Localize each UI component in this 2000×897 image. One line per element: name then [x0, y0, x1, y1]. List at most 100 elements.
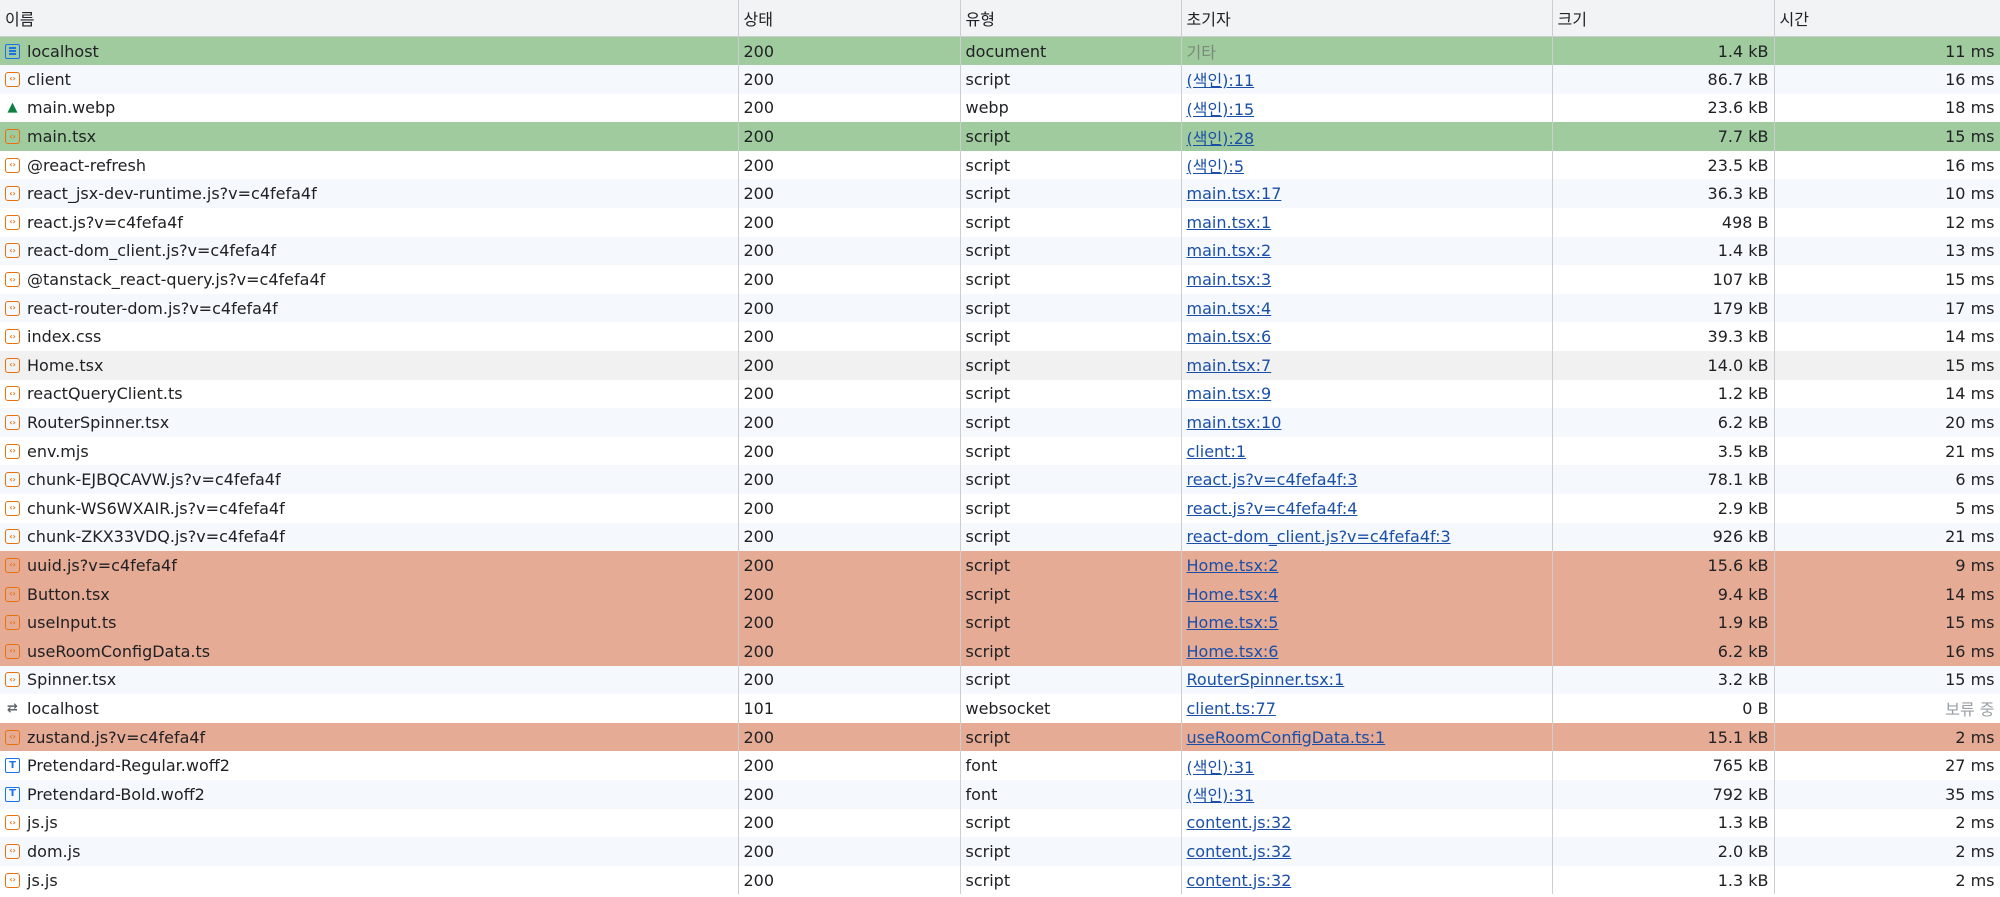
table-row[interactable]: ‹› react.js?v=c4fefa4f 200 script main.tsx:1… — [0, 208, 2000, 237]
column-header-type[interactable]: 유형 — [960, 0, 1182, 37]
table-row[interactable]: ‹› uuid.js?v=c4fefa4f 200 script Home.tsx:2 1… — [0, 551, 2000, 580]
cell-name[interactable]: ‹› dom.js — [0, 837, 739, 866]
table-row[interactable]: ‹› @react-refresh 200 script (색인):5 23.5 kB 16… — [0, 150, 2000, 180]
cell-name[interactable]: ‹› react-dom_client.js?v=c4fefa4f — [0, 236, 739, 266]
initiator-link[interactable]: react.js?v=c4fefa4f:4 — [1187, 499, 1358, 518]
table-row[interactable]: ▲ main.webp 200 webp (색인):15 23.6 kB 18 ms — [0, 93, 2000, 123]
cell-name[interactable]: ‹› Button.tsx — [0, 579, 739, 609]
table-row[interactable]: ‹› Button.tsx 200 script Home.tsx:4 9.4 kB 14 … — [0, 579, 2000, 609]
cell-name[interactable]: ‹› reactQueryClient.ts — [0, 379, 739, 409]
initiator-link[interactable]: (색인):15 — [1187, 100, 1255, 119]
table-row[interactable]: ‹› Home.tsx 200 script main.tsx:7 14.0 kB 15 m… — [0, 351, 2000, 380]
cell-name[interactable]: ‹› env.mjs — [0, 436, 739, 466]
table-row[interactable]: ‹› react-dom_client.js?v=c4fefa4f 200 scrip… — [0, 236, 2000, 266]
table-row[interactable]: ⇄ localhost 101 websocket client.ts:77 0 B 보류 … — [0, 694, 2000, 723]
table-row[interactable]: ‹› react-router-dom.js?v=c4fefa4f 200 scrip… — [0, 293, 2000, 323]
cell-name[interactable]: ‹› useRoomConfigData.ts — [0, 636, 739, 666]
cell-type: script — [960, 322, 1182, 352]
initiator-link[interactable]: react-dom_client.js?v=c4fefa4f:3 — [1187, 527, 1451, 546]
table-row[interactable]: ‹› @tanstack_react-query.js?v=c4fefa4f 200… — [0, 265, 2000, 294]
initiator-link[interactable]: react.js?v=c4fefa4f:3 — [1187, 470, 1358, 489]
cell-name[interactable]: ‹› Home.tsx — [0, 351, 739, 380]
initiator-link[interactable]: Home.tsx:2 — [1187, 556, 1279, 575]
table-row[interactable]: ‹› reactQueryClient.ts 200 script main.tsx:9… — [0, 379, 2000, 409]
cell-name[interactable]: ‹› js.js — [0, 808, 739, 838]
initiator-link[interactable]: (색인):11 — [1187, 71, 1255, 90]
cell-name[interactable]: ‹› Spinner.tsx — [0, 665, 739, 695]
column-header-time[interactable]: 시간 — [1774, 0, 2000, 37]
initiator-link[interactable]: main.tsx:6 — [1187, 327, 1272, 346]
cell-name[interactable]: ‹› react.js?v=c4fefa4f — [0, 208, 739, 237]
cell-name[interactable]: ⇄ localhost — [0, 694, 739, 723]
column-header-name[interactable]: 이름 — [0, 0, 739, 37]
cell-name[interactable]: ‹› useInput.ts — [0, 608, 739, 637]
cell-name[interactable]: ‹› zustand.js?v=c4fefa4f — [0, 722, 739, 752]
cell-name[interactable]: localhost — [0, 36, 739, 66]
cell-name[interactable]: ▲ main.webp — [0, 93, 739, 123]
column-header-status[interactable]: 상태 — [738, 0, 961, 37]
cell-name[interactable]: ‹› react_jsx-dev-runtime.js?v=c4fefa4f — [0, 179, 739, 209]
initiator-link[interactable]: main.tsx:9 — [1187, 384, 1272, 403]
initiator-link[interactable]: useRoomConfigData.ts:1 — [1187, 728, 1386, 747]
table-row[interactable]: ‹› main.tsx 200 script (색인):28 7.7 kB 15 ms — [0, 122, 2000, 151]
cell-status: 200 — [738, 265, 961, 294]
table-row[interactable]: T Pretendard-Regular.woff2 200 font (색인):31 7… — [0, 751, 2000, 780]
table-row[interactable]: T Pretendard-Bold.woff2 200 font (색인):31 792 … — [0, 779, 2000, 809]
cell-name[interactable]: ‹› uuid.js?v=c4fefa4f — [0, 551, 739, 580]
initiator-link[interactable]: (색인):31 — [1187, 786, 1255, 805]
request-name: env.mjs — [27, 441, 89, 461]
column-header-initiator[interactable]: 초기자 — [1181, 0, 1553, 37]
initiator-link[interactable]: main.tsx:2 — [1187, 241, 1272, 260]
initiator-link[interactable]: main.tsx:1 — [1187, 213, 1272, 232]
table-row[interactable]: localhost 200 document 기타 1.4 kB 11 ms — [0, 36, 2000, 66]
initiator-link[interactable]: client.ts:77 — [1187, 699, 1276, 718]
cell-name[interactable]: T Pretendard-Bold.woff2 — [0, 779, 739, 809]
table-row[interactable]: ‹› react_jsx-dev-runtime.js?v=c4fefa4f 200… — [0, 179, 2000, 209]
table-row[interactable]: ‹› chunk-EJBQCAVW.js?v=c4fefa4f 200 script r… — [0, 465, 2000, 494]
cell-type: font — [960, 779, 1182, 809]
cell-name[interactable]: ‹› js.js — [0, 865, 739, 895]
table-row[interactable]: ‹› dom.js 200 script content.js:32 2.0 kB 2 ms — [0, 837, 2000, 866]
initiator-link[interactable]: content.js:32 — [1187, 842, 1292, 861]
table-row[interactable]: ‹› js.js 200 script content.js:32 1.3 kB 2 ms — [0, 865, 2000, 895]
table-row[interactable]: ‹› chunk-WS6WXAIR.js?v=c4fefa4f 200 script r… — [0, 494, 2000, 523]
cell-time: 6 ms — [1774, 465, 2000, 494]
cell-name[interactable]: ‹› chunk-EJBQCAVW.js?v=c4fefa4f — [0, 465, 739, 494]
cell-name[interactable]: ‹› RouterSpinner.tsx — [0, 408, 739, 437]
initiator-link[interactable]: (색인):5 — [1187, 157, 1245, 176]
cell-name[interactable]: ‹› chunk-ZKX33VDQ.js?v=c4fefa4f — [0, 522, 739, 552]
cell-name[interactable]: ‹› client — [0, 65, 739, 94]
table-row[interactable]: ‹› chunk-ZKX33VDQ.js?v=c4fefa4f 200 script r… — [0, 522, 2000, 552]
cell-name[interactable]: T Pretendard-Regular.woff2 — [0, 751, 739, 780]
initiator-link[interactable]: RouterSpinner.tsx:1 — [1187, 670, 1345, 689]
table-row[interactable]: ‹› client 200 script (색인):11 86.7 kB 16 ms — [0, 65, 2000, 94]
table-row[interactable]: ‹› js.js 200 script content.js:32 1.3 kB 2 ms — [0, 808, 2000, 838]
column-header-size[interactable]: 크기 — [1552, 0, 1775, 37]
table-row[interactable]: ‹› index.css 200 script main.tsx:6 39.3 kB 14 … — [0, 322, 2000, 352]
cell-name[interactable]: ‹› @tanstack_react-query.js?v=c4fefa4f — [0, 265, 739, 294]
initiator-link[interactable]: main.tsx:3 — [1187, 270, 1272, 289]
initiator-link[interactable]: main.tsx:4 — [1187, 299, 1272, 318]
table-row[interactable]: ‹› useInput.ts 200 script Home.tsx:5 1.9 kB 15… — [0, 608, 2000, 637]
table-row[interactable]: ‹› useRoomConfigData.ts 200 script Home.tsx:… — [0, 636, 2000, 666]
initiator-link[interactable]: Home.tsx:5 — [1187, 613, 1279, 632]
cell-name[interactable]: ‹› index.css — [0, 322, 739, 352]
initiator-link[interactable]: main.tsx:10 — [1187, 413, 1282, 432]
initiator-link[interactable]: (색인):31 — [1187, 758, 1255, 777]
cell-name[interactable]: ‹› chunk-WS6WXAIR.js?v=c4fefa4f — [0, 494, 739, 523]
cell-name[interactable]: ‹› main.tsx — [0, 122, 739, 151]
table-row[interactable]: ‹› zustand.js?v=c4fefa4f 200 script useRoomC… — [0, 722, 2000, 752]
table-row[interactable]: ‹› env.mjs 200 script client:1 3.5 kB 21 ms — [0, 436, 2000, 466]
cell-name[interactable]: ‹› @react-refresh — [0, 150, 739, 180]
cell-name[interactable]: ‹› react-router-dom.js?v=c4fefa4f — [0, 293, 739, 323]
initiator-link[interactable]: client:1 — [1187, 442, 1247, 461]
initiator-link[interactable]: content.js:32 — [1187, 871, 1292, 890]
initiator-link[interactable]: Home.tsx:6 — [1187, 642, 1279, 661]
initiator-link[interactable]: main.tsx:17 — [1187, 184, 1282, 203]
initiator-link[interactable]: Home.tsx:4 — [1187, 585, 1279, 604]
table-row[interactable]: ‹› Spinner.tsx 200 script RouterSpinner.tsx:… — [0, 665, 2000, 695]
initiator-link[interactable]: content.js:32 — [1187, 813, 1292, 832]
initiator-link[interactable]: main.tsx:7 — [1187, 356, 1272, 375]
table-row[interactable]: ‹› RouterSpinner.tsx 200 script main.tsx:10 6… — [0, 408, 2000, 437]
initiator-link[interactable]: (색인):28 — [1187, 129, 1255, 148]
